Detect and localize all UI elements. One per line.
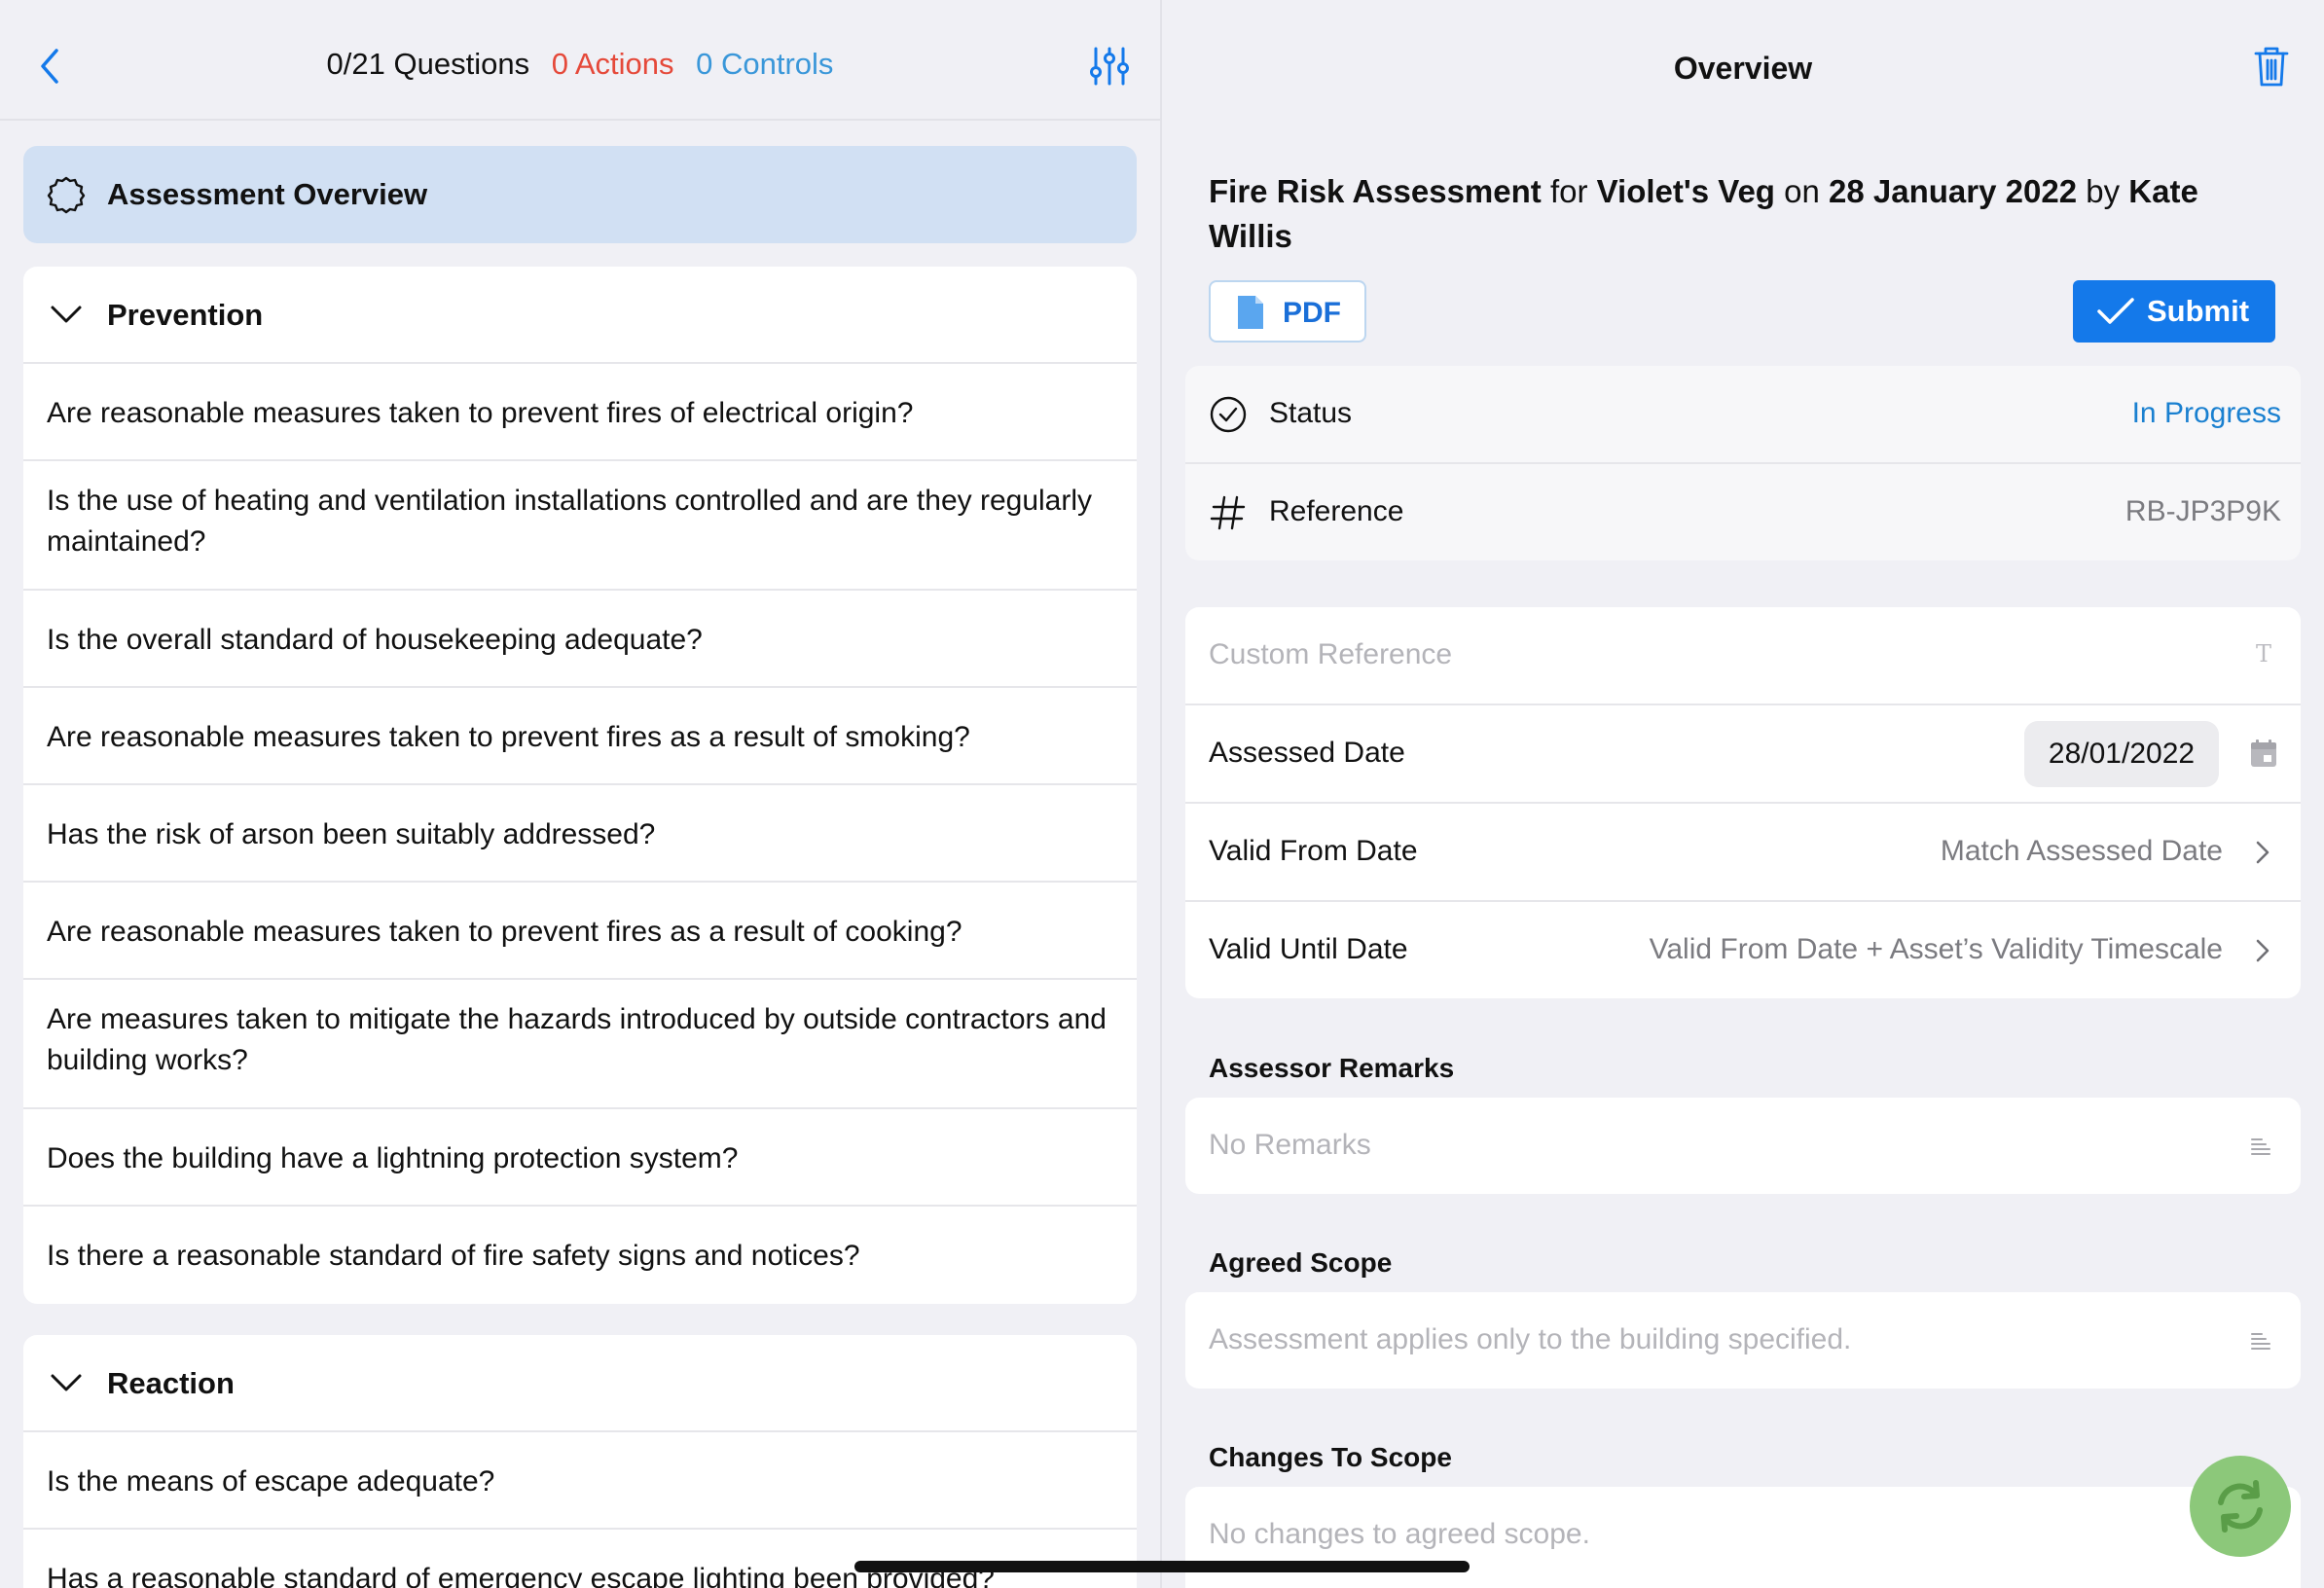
pdf-label: PDF bbox=[1283, 297, 1341, 329]
assessment-overview-label: Assessment Overview bbox=[107, 177, 428, 211]
custom-reference-row[interactable]: Custom Reference T bbox=[1185, 607, 2301, 705]
overview-pane: Overview Fire Risk Assessment for Violet… bbox=[1162, 0, 2324, 1588]
reference-row: Reference RB-JP3P9K bbox=[1185, 464, 2301, 560]
question-row[interactable]: Has a reasonable standard of emergency e… bbox=[23, 1530, 1137, 1588]
assessed-date-row: Assessed Date 28/01/2022 bbox=[1185, 705, 2301, 804]
valid-until-value: Valid From Date + Asset’s Validity Times… bbox=[1649, 933, 2223, 965]
badge-icon bbox=[47, 176, 86, 214]
assessment-type: Fire Risk Assessment bbox=[1209, 173, 1542, 209]
reference-value: RB-JP3P9K bbox=[2124, 495, 2281, 527]
valid-until-row[interactable]: Valid Until Date Valid From Date + Asset… bbox=[1185, 902, 2301, 998]
actions-count[interactable]: 0 Actions bbox=[552, 47, 674, 81]
custom-reference-input[interactable]: Custom Reference bbox=[1209, 638, 1452, 671]
agreed-scope-row[interactable]: Assessment applies only to the building … bbox=[1185, 1292, 2301, 1389]
valid-from-value: Match Assessed Date bbox=[1940, 835, 2223, 867]
heading-connector: by bbox=[2086, 173, 2121, 209]
valid-from-label: Valid From Date bbox=[1209, 835, 1418, 867]
controls-count[interactable]: 0 Controls bbox=[696, 47, 833, 81]
changes-scope-input[interactable]: No changes to agreed scope. bbox=[1209, 1518, 1590, 1551]
question-counts: 0/21 Questions 0 Actions 0 Controls bbox=[0, 47, 1160, 82]
status-card: Status In Progress Reference RB-JP3P9K bbox=[1185, 366, 2301, 560]
section-header-reaction[interactable]: Reaction bbox=[23, 1335, 1137, 1432]
questions-count: 0/21 Questions bbox=[326, 47, 530, 81]
question-row[interactable]: Does the building have a lightning prote… bbox=[23, 1109, 1137, 1207]
status-label: Status bbox=[1269, 397, 1353, 429]
assessed-date-label: Assessed Date bbox=[1209, 737, 1405, 769]
questions-header: 0/21 Questions 0 Actions 0 Controls bbox=[0, 0, 1160, 121]
remarks-input[interactable]: No Remarks bbox=[1209, 1129, 1371, 1162]
calendar-icon[interactable] bbox=[2250, 739, 2277, 768]
sync-icon bbox=[2218, 1480, 2263, 1533]
trash-icon[interactable] bbox=[2252, 45, 2291, 88]
text-lines-icon bbox=[2251, 1333, 2270, 1350]
section-title: Prevention bbox=[107, 298, 264, 332]
question-row[interactable]: Is the means of escape adequate? bbox=[23, 1432, 1137, 1530]
text-format-icon: T bbox=[2255, 640, 2271, 668]
chevron-down-icon bbox=[51, 306, 82, 323]
changes-scope-label: Changes To Scope bbox=[1209, 1442, 1452, 1472]
sync-button[interactable] bbox=[2190, 1456, 2291, 1557]
assessment-date: 28 January 2022 bbox=[1829, 173, 2078, 209]
section-prevention: Prevention Are reasonable measures taken… bbox=[23, 267, 1137, 1304]
document-icon bbox=[1238, 296, 1263, 329]
assessment-overview-item[interactable]: Assessment Overview bbox=[23, 146, 1137, 243]
chevron-right-icon bbox=[2256, 841, 2270, 864]
changes-scope-card: No changes to agreed scope. bbox=[1185, 1487, 2301, 1588]
question-row[interactable]: Has the risk of arson been suitably addr… bbox=[23, 785, 1137, 883]
valid-from-row[interactable]: Valid From Date Match Assessed Date bbox=[1185, 804, 2301, 902]
details-card: Custom Reference T Assessed Date 28/01/2… bbox=[1185, 607, 2301, 998]
assessment-site: Violet's Veg bbox=[1596, 173, 1775, 209]
question-row[interactable]: Are reasonable measures taken to prevent… bbox=[23, 688, 1137, 785]
sliders-icon[interactable] bbox=[1088, 45, 1131, 88]
assessed-date-picker[interactable]: 28/01/2022 bbox=[2024, 721, 2219, 787]
chevron-right-icon bbox=[2256, 939, 2270, 962]
valid-until-label: Valid Until Date bbox=[1209, 933, 1408, 965]
reference-label: Reference bbox=[1269, 495, 1404, 527]
chevron-down-icon bbox=[51, 1374, 82, 1391]
overview-header: Overview bbox=[1162, 0, 2324, 121]
remarks-card: No Remarks bbox=[1185, 1098, 2301, 1194]
text-lines-icon bbox=[2251, 1138, 2270, 1155]
heading-connector: on bbox=[1784, 173, 1820, 209]
question-row[interactable]: Are reasonable measures taken to prevent… bbox=[23, 883, 1137, 980]
submit-button[interactable]: Submit bbox=[2073, 280, 2275, 343]
pdf-button[interactable]: PDF bbox=[1209, 280, 1366, 343]
checkmark-icon bbox=[2097, 298, 2134, 324]
questions-pane: 0/21 Questions 0 Actions 0 Controls Asse… bbox=[0, 0, 1160, 1588]
section-title: Reaction bbox=[107, 1366, 235, 1400]
assessment-heading: Fire Risk Assessment for Violet's Veg on… bbox=[1209, 169, 2279, 259]
status-row[interactable]: Status In Progress bbox=[1185, 366, 2301, 464]
agreed-scope-label: Agreed Scope bbox=[1209, 1247, 1393, 1278]
agreed-scope-card: Assessment applies only to the building … bbox=[1185, 1292, 2301, 1389]
section-reaction: Reaction Is the means of escape adequate… bbox=[23, 1335, 1137, 1588]
question-row[interactable]: Is there a reasonable standard of fire s… bbox=[23, 1207, 1137, 1304]
overview-title: Overview bbox=[1673, 51, 1813, 86]
submit-label: Submit bbox=[2147, 294, 2250, 328]
home-indicator[interactable] bbox=[854, 1561, 1470, 1572]
status-value[interactable]: In Progress bbox=[2132, 397, 2281, 430]
heading-connector: for bbox=[1549, 173, 1588, 209]
question-row[interactable]: Is the overall standard of housekeeping … bbox=[23, 591, 1137, 688]
hash-icon bbox=[1210, 495, 1246, 530]
question-row[interactable]: Are measures taken to mitigate the hazar… bbox=[23, 980, 1137, 1109]
question-row[interactable]: Is the use of heating and ventilation in… bbox=[23, 461, 1137, 591]
agreed-scope-input[interactable]: Assessment applies only to the building … bbox=[1209, 1323, 1851, 1356]
assessor-remarks-label: Assessor Remarks bbox=[1209, 1053, 1455, 1083]
check-circle-icon bbox=[1210, 396, 1247, 433]
question-row[interactable]: Are reasonable measures taken to prevent… bbox=[23, 364, 1137, 461]
remarks-row[interactable]: No Remarks bbox=[1185, 1098, 2301, 1194]
section-header-prevention[interactable]: Prevention bbox=[23, 267, 1137, 364]
